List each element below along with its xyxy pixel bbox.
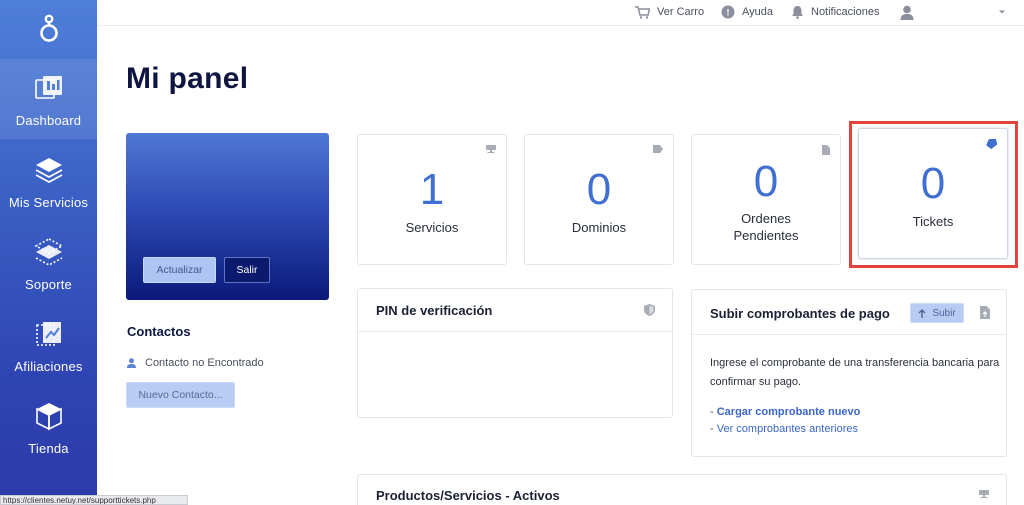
browser-status-bar: https://clientes.netuy.net/supportticket… bbox=[0, 495, 188, 505]
user-icon bbox=[900, 5, 914, 20]
cart-label: Ver Carro bbox=[657, 6, 705, 18]
top-bar: Ver Carro ! Ayuda Notificaciones bbox=[97, 0, 1024, 26]
brand-logo[interactable] bbox=[0, 0, 97, 56]
new-contact-button[interactable]: Nuevo Contacto... bbox=[126, 382, 235, 408]
stat-label-line2: Pendientes bbox=[733, 228, 799, 243]
sidebar-item-label: Mis Servicios bbox=[8, 194, 89, 210]
arrow-up-icon bbox=[918, 308, 926, 318]
divider bbox=[358, 331, 672, 332]
upload-new-receipt-row: - Cargar comprobante nuevo bbox=[710, 406, 860, 418]
update-button[interactable]: Actualizar bbox=[143, 257, 216, 283]
cube-icon bbox=[32, 399, 66, 433]
layers-icon bbox=[32, 153, 66, 187]
dash: - bbox=[710, 423, 714, 435]
ticket-icon bbox=[986, 139, 997, 149]
upload-new-receipt-link[interactable]: Cargar comprobante nuevo bbox=[717, 406, 861, 418]
support-icon bbox=[32, 235, 66, 269]
sidebar: Dashboard Mis Servicios Soporte Afiliaci… bbox=[0, 0, 97, 505]
upload-label: Subir bbox=[932, 307, 956, 319]
help-icon: ! bbox=[721, 5, 735, 19]
previous-receipts-row: - Ver comprobantes anteriores bbox=[710, 423, 858, 435]
stat-card-servicios[interactable]: 1 Servicios bbox=[357, 134, 507, 265]
stat-value: 1 bbox=[419, 165, 445, 214]
sidebar-item-mis-servicios[interactable]: Mis Servicios bbox=[0, 141, 97, 221]
contact-empty-row: Contacto no Encontrado bbox=[127, 357, 264, 369]
notifications-label: Notificaciones bbox=[811, 6, 880, 18]
user-menu[interactable] bbox=[900, 3, 921, 21]
sidebar-item-soporte[interactable]: Soporte bbox=[0, 223, 97, 303]
cart-link[interactable]: Ver Carro bbox=[635, 3, 704, 21]
pin-panel-title: PIN de verificación bbox=[376, 303, 493, 318]
logout-button[interactable]: Salir bbox=[224, 257, 270, 283]
stat-value: 0 bbox=[753, 157, 779, 206]
logo-icon bbox=[39, 14, 58, 42]
stat-value: 0 bbox=[920, 159, 946, 208]
stat-label: Dominios bbox=[571, 220, 627, 235]
sidebar-item-label: Dashboard bbox=[15, 112, 82, 128]
stat-label: Ordenes Pendientes bbox=[692, 210, 840, 244]
contacts-title: Contactos bbox=[127, 324, 191, 339]
sidebar-item-label: Soporte bbox=[25, 276, 72, 292]
sidebar-item-afiliaciones[interactable]: Afiliaciones bbox=[0, 305, 97, 385]
payment-description: Ingrese el comprobante de una transferen… bbox=[710, 357, 1000, 388]
stat-value: 0 bbox=[586, 165, 612, 214]
payment-panel: Subir comprobantes de pago Subir Ingrese… bbox=[691, 289, 1007, 457]
shield-icon bbox=[644, 304, 655, 316]
sidebar-item-label: Tienda bbox=[28, 440, 69, 456]
products-panel-title: Productos/Servicios - Activos bbox=[376, 488, 560, 503]
user-menu-toggle[interactable] bbox=[998, 3, 1013, 21]
profile-card: Actualizar Salir bbox=[126, 133, 329, 300]
help-label: Ayuda bbox=[742, 6, 773, 18]
server-icon bbox=[979, 490, 989, 498]
products-panel: Productos/Servicios - Activos bbox=[357, 474, 1007, 505]
previous-receipts-link[interactable]: Ver comprobantes anteriores bbox=[717, 423, 858, 435]
notifications-link[interactable]: Notificaciones bbox=[791, 3, 879, 21]
divider bbox=[692, 334, 1006, 335]
svg-text:!: ! bbox=[727, 8, 730, 18]
affiliate-icon bbox=[32, 317, 66, 351]
contact-empty-text: Contacto no Encontrado bbox=[145, 357, 264, 369]
user-icon bbox=[127, 358, 136, 368]
chevron-down-icon bbox=[999, 10, 1005, 14]
help-link[interactable]: ! Ayuda bbox=[721, 3, 773, 21]
file-upload-icon[interactable] bbox=[980, 306, 990, 319]
stat-card-tickets[interactable]: 0 Tickets bbox=[858, 128, 1008, 259]
stat-label: Servicios bbox=[405, 220, 459, 235]
stat-label-line1: Ordenes bbox=[741, 211, 791, 226]
stat-card-ordenes-pendientes[interactable]: 0 Ordenes Pendientes bbox=[691, 134, 841, 265]
tag-icon bbox=[653, 145, 663, 153]
sidebar-item-dashboard[interactable]: Dashboard bbox=[0, 59, 97, 139]
document-icon bbox=[822, 145, 830, 155]
dashboard-icon bbox=[32, 71, 66, 105]
dash: - bbox=[710, 406, 714, 418]
payment-panel-title: Subir comprobantes de pago bbox=[710, 306, 890, 321]
sidebar-item-tienda[interactable]: Tienda bbox=[0, 387, 97, 467]
stat-card-dominios[interactable]: 0 Dominios bbox=[524, 134, 674, 265]
pin-panel: PIN de verificación bbox=[357, 288, 673, 418]
sidebar-item-label: Afiliaciones bbox=[14, 358, 83, 374]
page-title: Mi panel bbox=[126, 62, 249, 95]
server-icon bbox=[486, 145, 496, 153]
bell-icon bbox=[792, 6, 803, 19]
cart-icon bbox=[635, 5, 650, 19]
stat-label: Tickets bbox=[912, 214, 954, 229]
upload-button[interactable]: Subir bbox=[910, 303, 964, 323]
